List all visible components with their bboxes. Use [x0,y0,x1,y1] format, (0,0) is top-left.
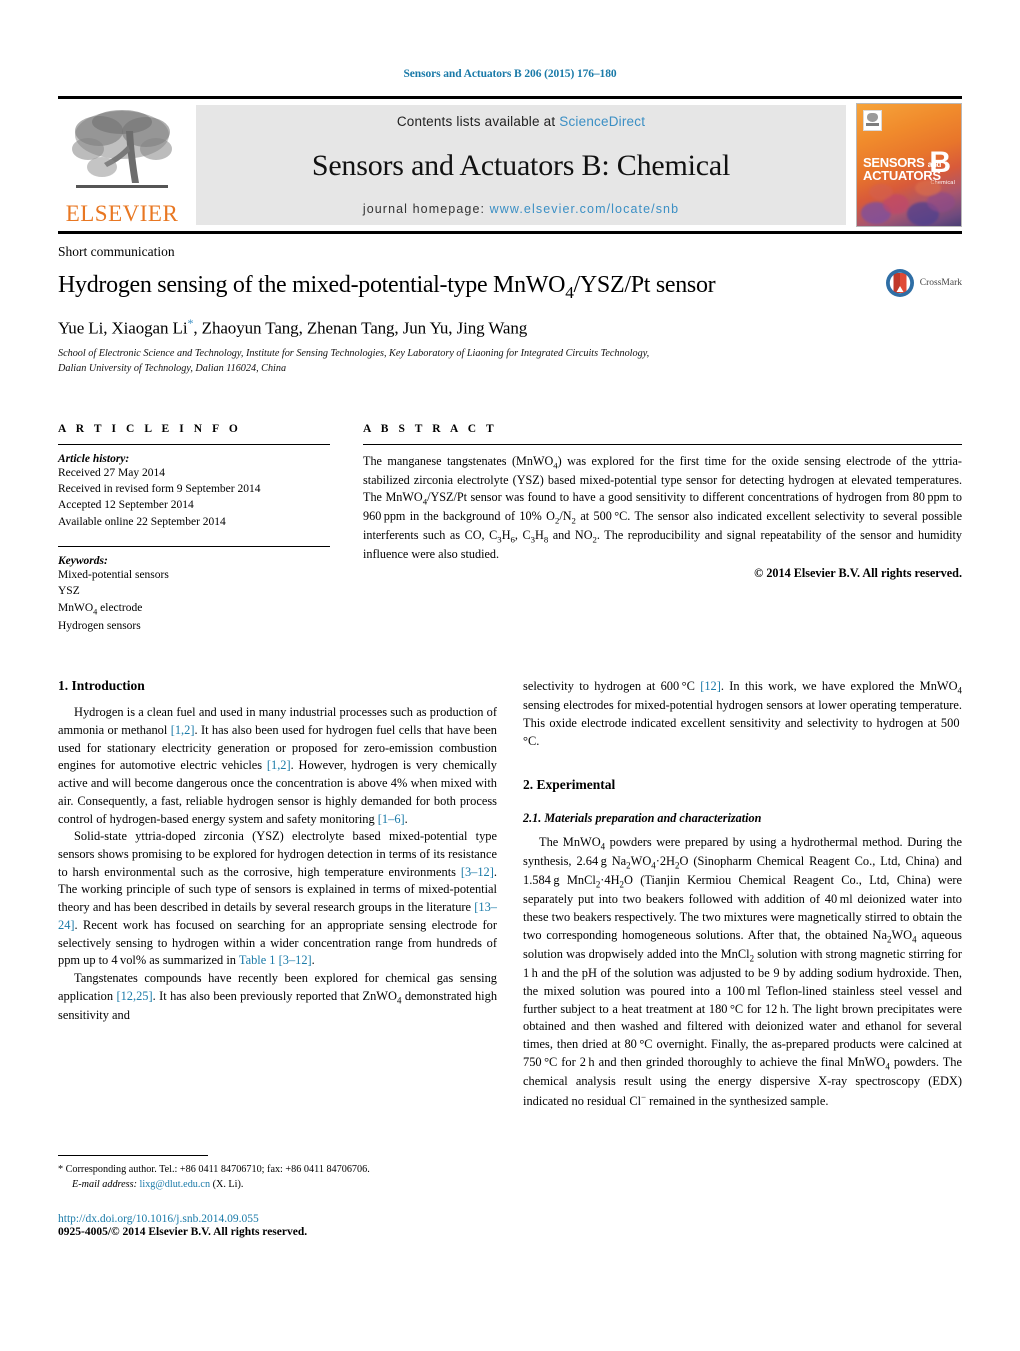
journal-homepage-line: journal homepage: www.elsevier.com/locat… [363,202,679,216]
citation-ref[interactable]: [1,2] [171,723,195,737]
citation-ref[interactable]: [12] [700,679,721,693]
article-header: Short communication Hydrogen sensing of … [58,244,962,377]
footnote-corresponding-text: Corresponding author. Tel.: +86 0411 847… [65,1164,370,1175]
email-suffix: (X. Li). [212,1179,244,1191]
journal-masthead: ELSEVIER Contents lists available at Sci… [58,96,962,231]
journal-info-panel: Contents lists available at ScienceDirec… [196,105,846,225]
paragraph: Hydrogen is a clean fuel and used in man… [58,705,497,826]
keyword-item: MnWO4 electrode [58,601,143,617]
issn-copyright: 0925-4005/© 2014 Elsevier B.V. All right… [58,1226,308,1238]
citation-ref[interactable]: [3–12] [461,865,494,879]
table-ref[interactable]: Table 1 [239,953,276,967]
footnote-corresponding: * Corresponding author. Tel.: +86 0411 8… [58,1162,506,1177]
authors-first: Yue Li, Xiaogan Li [58,318,188,338]
elsevier-tree-icon [72,110,172,188]
article-info-heading: A R T I C L E I N F O [58,422,242,435]
footnote-email-line: E-mail address: lixg@dlut.edu.cn (X. Li)… [58,1177,506,1192]
corresponding-author-footnote: * Corresponding author. Tel.: +86 0411 8… [58,1155,506,1193]
article-type-label: Short communication [58,244,175,259]
keyword-item: YSZ [58,585,80,598]
abstract-column: A B S T R A C T The manganese tangstenat… [363,423,962,634]
keyword-item: Hydrogen sensors [58,619,141,632]
abstract-text: The manganese tangstenates (MnWO4) was e… [363,453,963,561]
crossmark-badge[interactable]: CrossMark [885,268,962,298]
paragraph: selectivity to hydrogen at 600 °C [12]. … [523,679,962,748]
article-info-column: A R T I C L E I N F O Article history: R… [58,423,330,634]
keywords-block: Keywords: Mixed-potential sensors YSZ Mn… [58,555,330,634]
title-after: /YSZ/Pt sensor [573,272,716,298]
sciencedirect-link[interactable]: ScienceDirect [559,114,645,129]
affiliation: School of Electronic Science and Technol… [58,347,962,377]
body-column-left: 1. Introduction Hydrogen is a clean fuel… [58,678,497,1110]
elsevier-wordmark: ELSEVIER [65,201,179,226]
citation-ref[interactable]: [1,2] [267,758,291,772]
footer-identifiers: http://dx.doi.org/10.1016/j.snb.2014.09.… [58,1213,307,1238]
email-label: E-mail address: [72,1179,137,1191]
cover-elsevier-icon [863,110,882,131]
article-body: 1. Introduction Hydrogen is a clean fuel… [58,678,962,1110]
affiliation-line-1: School of Electronic Science and Technol… [58,348,650,360]
crossmark-icon [885,269,914,297]
paragraph: Tangstenates compounds have recently bee… [58,971,498,1023]
info-abstract-block: A R T I C L E I N F O Article history: R… [58,423,962,634]
section-heading-introduction: 1. Introduction [58,678,145,694]
abstract-heading: A B S T R A C T [363,422,498,435]
citation-ref[interactable]: [1–6] [378,812,405,826]
masthead-bottom-rule [58,231,962,234]
journal-homepage-link[interactable]: www.elsevier.com/locate/snb [490,202,680,216]
article-history-title: Article history: [58,452,130,465]
keyword-item: Mixed-potential sensors [58,569,169,582]
keywords-rule [58,546,330,548]
contents-prefix: Contents lists available at [396,114,560,129]
section-heading-experimental: 2. Experimental [523,776,616,792]
article-page: Sensors and Actuators B 206 (2015) 176–1… [0,0,1020,1351]
title-subscript: 4 [565,282,574,302]
authors-rest: , Zhaoyun Tang, Zhenan Tang, Jun Yu, Jin… [193,318,528,338]
cover-decorative-blobs [857,168,961,226]
keywords-title: Keywords: [58,555,108,568]
author-list: Yue Li, Xiaogan Li*, Zhaoyun Tang, Zhena… [58,316,962,339]
citation-ref[interactable]: [3–12] [279,953,312,967]
article-history-item: Available online 22 September 2014 [58,515,226,528]
abstract-copyright: © 2014 Elsevier B.V. All rights reserved… [754,566,962,581]
journal-cover-thumbnail: SENSORS and ACTUATORS B Chemical [856,103,962,227]
crossmark-label: CrossMark [919,278,962,288]
affiliation-line-2: Dalian University of Technology, Dalian … [58,362,287,374]
page-title: Hydrogen sensing of the mixed-potential-… [58,271,848,304]
article-history-item: Received in revised form 9 September 201… [58,483,261,496]
homepage-prefix: journal homepage: [362,202,490,216]
contents-lists-line: Contents lists available at ScienceDirec… [397,114,645,129]
journal-title: Sensors and Actuators B: Chemical [311,149,731,182]
abstract-rule [363,443,962,445]
citation-ref[interactable]: [12,25] [116,989,152,1003]
title-before: Hydrogen sensing of the mixed-potential-… [58,272,566,298]
elsevier-logo: ELSEVIER [58,99,186,231]
footnote-star: * [58,1164,64,1175]
subsection-heading-materials: 2.1. Materials preparation and character… [523,810,762,825]
footnote-rule [58,1155,208,1156]
email-link[interactable]: lixg@dlut.edu.cn [140,1179,211,1190]
paragraph: Solid-state yttria-doped zirconia (YSZ) … [58,829,497,968]
article-history-item: Received 27 May 2014 [58,466,165,479]
article-info-rule [58,443,330,445]
running-head: Sensors and Actuators B 206 (2015) 176–1… [403,68,617,80]
body-column-right: selectivity to hydrogen at 600 °C [12]. … [523,678,962,1110]
paragraph: The MnWO4 powders were prepared by using… [523,834,962,1108]
doi-link[interactable]: http://dx.doi.org/10.1016/j.snb.2014.09.… [58,1213,307,1225]
article-history-item: Accepted 12 September 2014 [58,499,194,512]
citation-ref[interactable]: [13–24] [58,900,497,932]
